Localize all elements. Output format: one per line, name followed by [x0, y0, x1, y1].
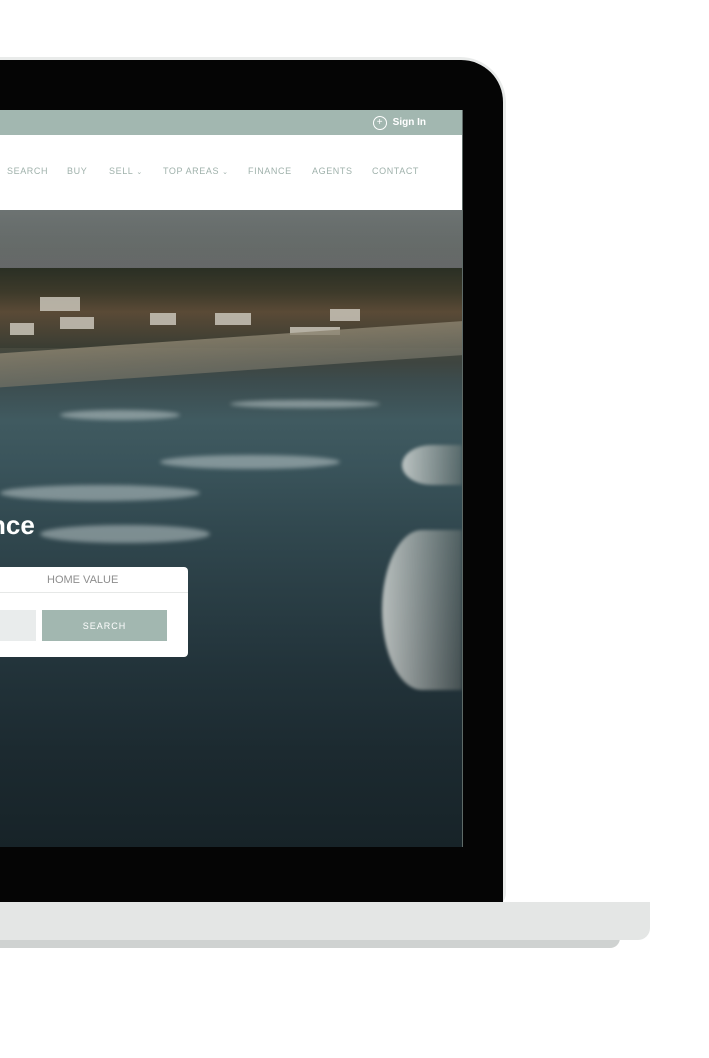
wave-shape — [160, 455, 340, 469]
tab-home-value[interactable]: HOME VALUE — [0, 567, 188, 593]
nav-item-search[interactable]: SEARCH — [7, 166, 48, 176]
nav-item-finance[interactable]: FINANCE — [248, 166, 292, 176]
nav-item-label: TOP AREAS — [163, 166, 220, 176]
nav-item-label: FINANCE — [248, 166, 292, 176]
nav-item-contact[interactable]: CONTACT — [372, 166, 419, 176]
sign-in-label: Sign In — [392, 117, 426, 128]
wave-shape — [60, 410, 180, 420]
hero-image: nce HOME VALUE SEARCH — [0, 210, 462, 847]
house-shape — [215, 313, 251, 325]
house-shape — [10, 323, 34, 335]
main-nav: SEARCH BUY SELL ⌄ TOP AREAS ⌄ FINANCE AGEN… — [0, 135, 462, 210]
house-shape — [330, 309, 360, 321]
nav-item-sell[interactable]: SELL ⌄ — [109, 166, 143, 176]
nav-item-label: BUY — [67, 166, 88, 176]
plus-circle-icon: + — [372, 115, 387, 130]
nav-item-buy[interactable]: BUY — [67, 166, 87, 176]
chevron-down-icon: ⌄ — [136, 169, 143, 176]
nav-item-label: AGENTS — [312, 166, 353, 176]
house-shape — [60, 317, 94, 329]
sign-in-link[interactable]: + Sign In — [372, 114, 426, 131]
top-bar: + Sign In — [0, 110, 462, 135]
chevron-down-icon: ⌄ — [222, 169, 229, 176]
nav-item-label: SELL — [109, 166, 134, 176]
tab-label: HOME VALUE — [47, 574, 119, 586]
nav-item-agents[interactable]: AGENTS — [312, 166, 353, 176]
home-value-search-card: HOME VALUE SEARCH — [0, 567, 188, 657]
search-input[interactable] — [0, 610, 36, 641]
hero-heading: nce — [0, 510, 35, 540]
nav-item-label: CONTACT — [372, 166, 420, 176]
wave-shape — [230, 400, 380, 408]
wave-shape — [0, 485, 200, 501]
wave-shape — [382, 530, 462, 690]
house-shape — [150, 313, 176, 325]
hero-sky — [0, 210, 462, 270]
laptop-base — [0, 902, 650, 940]
search-button[interactable]: SEARCH — [42, 610, 167, 641]
laptop-screen: + Sign In SEARCH BUY SELL ⌄ TOP AREAS ⌄ FI… — [0, 110, 463, 847]
house-shape — [40, 297, 80, 311]
wave-shape — [40, 525, 210, 543]
nav-item-top-areas[interactable]: TOP AREAS ⌄ — [163, 166, 229, 176]
nav-item-label: SEARCH — [7, 166, 49, 176]
wave-shape — [402, 445, 462, 485]
